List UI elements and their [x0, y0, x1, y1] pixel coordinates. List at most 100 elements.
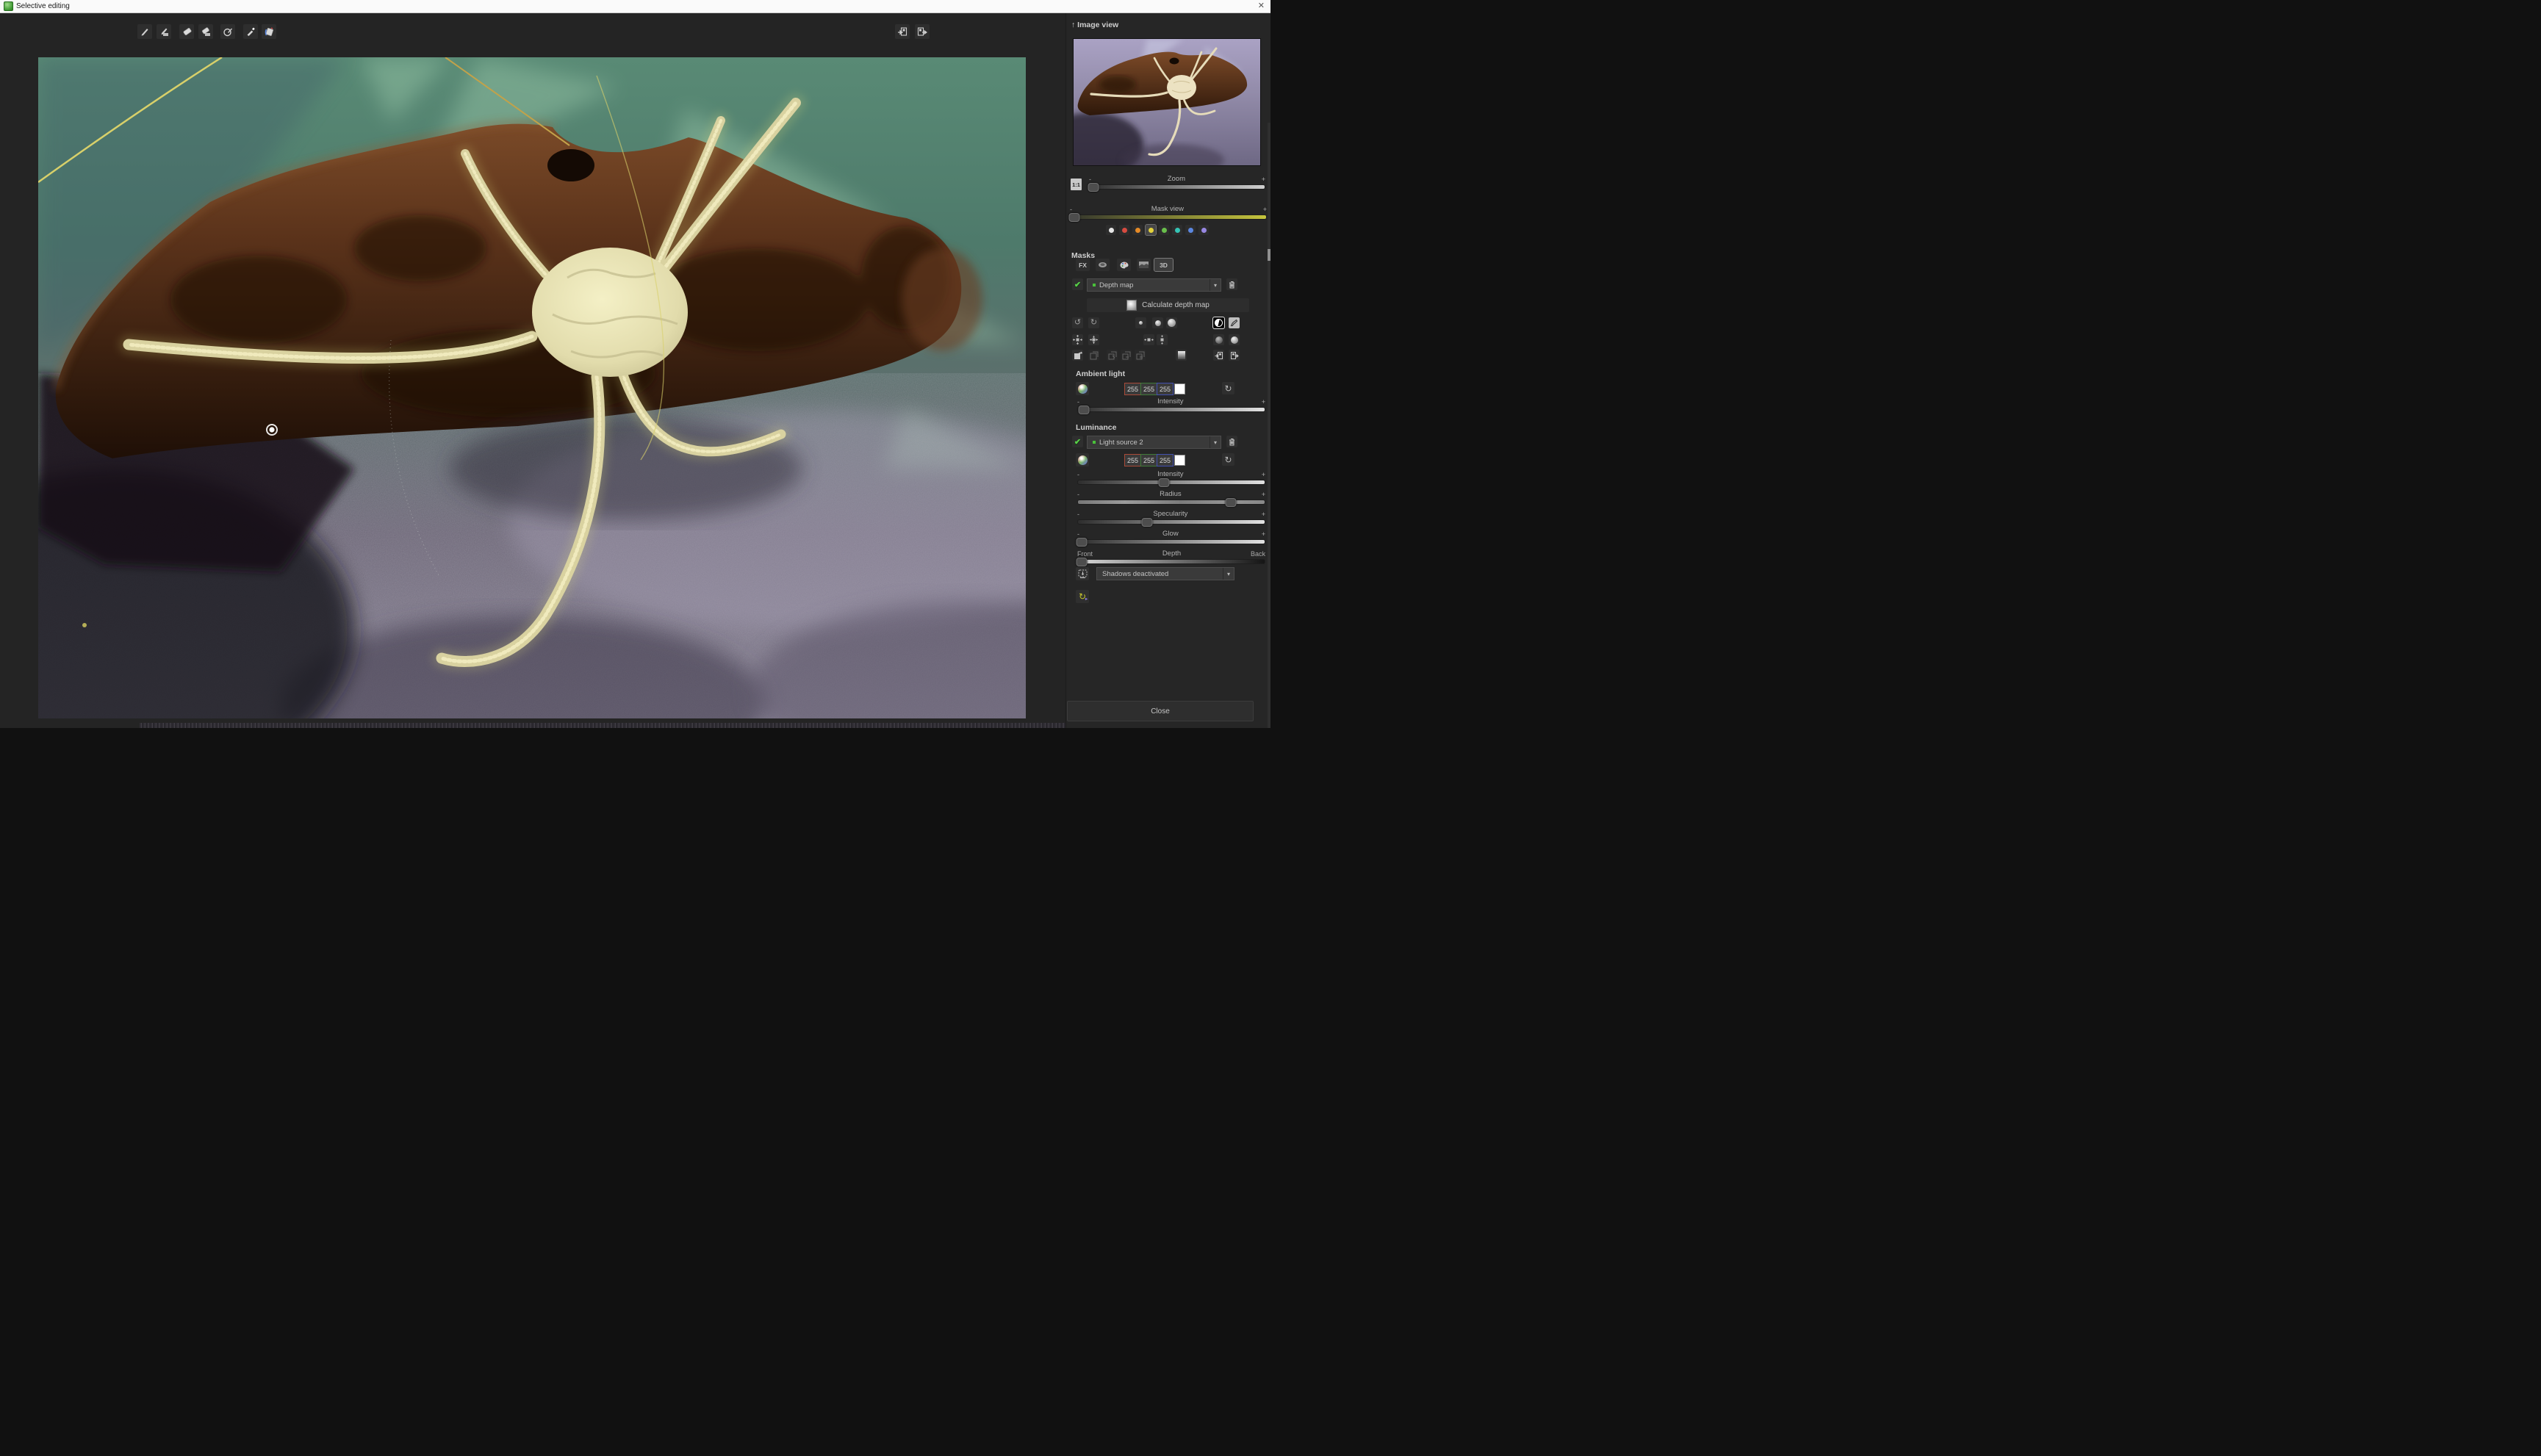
invert-mask-button[interactable] — [1213, 317, 1224, 328]
shadow-icon — [1076, 567, 1089, 580]
mask-enabled-checkbox[interactable]: ✔ — [1072, 278, 1083, 290]
luminance-blue-value[interactable]: 255 — [1157, 454, 1174, 466]
mask-color-dot[interactable] — [1119, 225, 1129, 235]
zoom-thumb[interactable] — [1088, 183, 1099, 192]
luminance-header: Luminance — [1076, 423, 1116, 432]
zoom-minus[interactable]: - — [1089, 176, 1091, 183]
fill-bucket-tool-button[interactable] — [262, 24, 276, 39]
mask-select-dropdown[interactable]: Depth map ▾ — [1087, 278, 1221, 292]
export-mask-button[interactable] — [1229, 350, 1240, 361]
depth-front-label: Front — [1077, 550, 1093, 558]
ambient-green-value[interactable]: 255 — [1140, 383, 1157, 395]
mask-color-dot[interactable] — [1159, 225, 1169, 235]
import-settings-button[interactable] — [895, 24, 910, 39]
luminance-green-value[interactable]: 255 — [1140, 454, 1157, 466]
brush-tool-button[interactable] — [137, 24, 152, 39]
masks-tab-palette[interactable] — [1117, 259, 1131, 271]
ambient-blue-value[interactable]: 255 — [1157, 383, 1174, 395]
image-preview-thumbnail[interactable] — [1073, 38, 1261, 166]
mask-color-dot[interactable] — [1185, 225, 1196, 235]
eraser-tool-button[interactable] — [179, 24, 194, 39]
selective-editing-window: Selective editing ✕ — [0, 0, 1270, 728]
expand-mask-button[interactable] — [1072, 334, 1083, 345]
zoom-plus[interactable]: + — [1262, 176, 1265, 183]
light-source-dropdown-arrow[interactable]: ▾ — [1210, 436, 1221, 448]
light-source-status-dot — [1093, 441, 1096, 444]
mask-view-label: Mask view — [1151, 205, 1184, 213]
undo-button[interactable]: ↺ — [1072, 317, 1083, 328]
eraser-add-tool-button[interactable] — [198, 24, 213, 39]
draw-mask-button[interactable] — [1229, 317, 1240, 328]
light-source-dropdown[interactable]: Light source 2 ▾ — [1087, 436, 1221, 449]
reset-light-button[interactable]: ↻▸ — [1076, 590, 1089, 603]
mask-color-dot[interactable] — [1146, 225, 1156, 235]
luminance-red-value[interactable]: 255 — [1124, 454, 1141, 466]
shadows-value: Shadows deactivated — [1102, 570, 1223, 578]
masks-tab-lens[interactable] — [1096, 259, 1110, 271]
mask-view-minus[interactable]: - — [1070, 206, 1072, 213]
ambient-red-value[interactable]: 255 — [1124, 383, 1141, 395]
window-title: Selective editing — [16, 2, 70, 10]
light-source-checkbox[interactable]: ✔ — [1072, 436, 1083, 447]
mask-dropdown-arrow[interactable]: ▾ — [1210, 279, 1221, 291]
panel-scrollbar[interactable] — [1268, 123, 1270, 728]
brush-size-large-button[interactable] — [1166, 317, 1177, 328]
brush-size-small-button[interactable] — [1135, 317, 1146, 328]
soft-brush-button[interactable] — [1213, 334, 1224, 345]
luminance-reset-button[interactable]: ↻ — [1222, 453, 1234, 466]
hard-brush-button[interactable] — [1229, 334, 1240, 345]
shadows-dropdown-arrow[interactable]: ▾ — [1223, 568, 1234, 580]
masks-tab-3d[interactable]: 3D — [1154, 259, 1173, 271]
gradient-mask-button[interactable] — [1176, 350, 1187, 361]
calculate-depth-map-button[interactable]: Calculate depth map — [1087, 298, 1249, 312]
mask-status-dot — [1093, 284, 1096, 286]
shadows-dropdown[interactable]: Shadows deactivated ▾ — [1096, 567, 1234, 580]
zoom-1-1-button[interactable]: 1:1 — [1071, 179, 1082, 190]
ambient-color-swatch[interactable] — [1174, 383, 1185, 394]
stamp-tool-button[interactable] — [220, 24, 235, 39]
ambient-color-sphere-button[interactable] — [1076, 382, 1089, 395]
mask-delete-button[interactable] — [1226, 278, 1237, 290]
move-vertical-button[interactable] — [1157, 334, 1168, 345]
brush-add-tool-button[interactable] — [157, 24, 171, 39]
import-mask-button[interactable] — [1213, 350, 1224, 361]
close-button[interactable]: Close — [1067, 701, 1254, 721]
glow-slider: - Glow + — [1077, 530, 1265, 544]
app-icon — [4, 1, 13, 11]
mask-color-dot[interactable] — [1198, 225, 1209, 235]
subtract-mask-button[interactable] — [1121, 350, 1132, 361]
mask-view-slider: - Mask view + — [1070, 205, 1267, 220]
mask-view-thumb[interactable] — [1069, 213, 1080, 222]
luminance-color-swatch[interactable] — [1174, 455, 1185, 466]
contract-mask-button[interactable] — [1088, 334, 1099, 345]
image-view-header[interactable]: ↑ Image view — [1071, 21, 1118, 29]
depth-label: Depth — [1162, 549, 1181, 558]
mask-color-dot[interactable] — [1132, 225, 1143, 235]
redo-button[interactable]: ↻ — [1088, 317, 1099, 328]
masks-tab-landscape[interactable] — [1137, 259, 1151, 271]
new-mask-button[interactable] — [1072, 350, 1083, 361]
copy-mask-button[interactable] — [1088, 350, 1099, 361]
collapse-icon[interactable]: ↑ — [1071, 21, 1075, 29]
zoom-label: Zoom — [1168, 175, 1185, 183]
window-close-icon[interactable]: ✕ — [1258, 1, 1265, 10]
brush-size-medium-button[interactable] — [1152, 317, 1163, 328]
light-source-delete-button[interactable] — [1226, 436, 1237, 447]
masks-tab-fx[interactable]: FX — [1076, 259, 1090, 271]
ambient-reset-button[interactable]: ↻ — [1222, 382, 1234, 394]
light-source-name: Light source 2 — [1099, 439, 1210, 447]
move-horizontal-button[interactable] — [1143, 334, 1154, 345]
export-settings-button[interactable] — [915, 24, 930, 39]
merge-mask-button[interactable] — [1107, 350, 1118, 361]
pipette-tool-button[interactable] — [243, 24, 258, 39]
mask-color-dot[interactable] — [1106, 225, 1116, 235]
mask-color-dot[interactable] — [1172, 225, 1182, 235]
intersect-mask-button[interactable] — [1135, 350, 1146, 361]
mask-view-plus[interactable]: + — [1263, 206, 1267, 213]
luminance-color-sphere-button[interactable] — [1076, 453, 1089, 466]
title-bar: Selective editing ✕ — [0, 0, 1270, 13]
specularity-slider: - Specularity + — [1077, 510, 1265, 525]
depth-cube-icon — [1126, 300, 1137, 311]
zoom-slider: - Zoom + — [1089, 175, 1265, 190]
image-canvas[interactable] — [38, 57, 1026, 718]
